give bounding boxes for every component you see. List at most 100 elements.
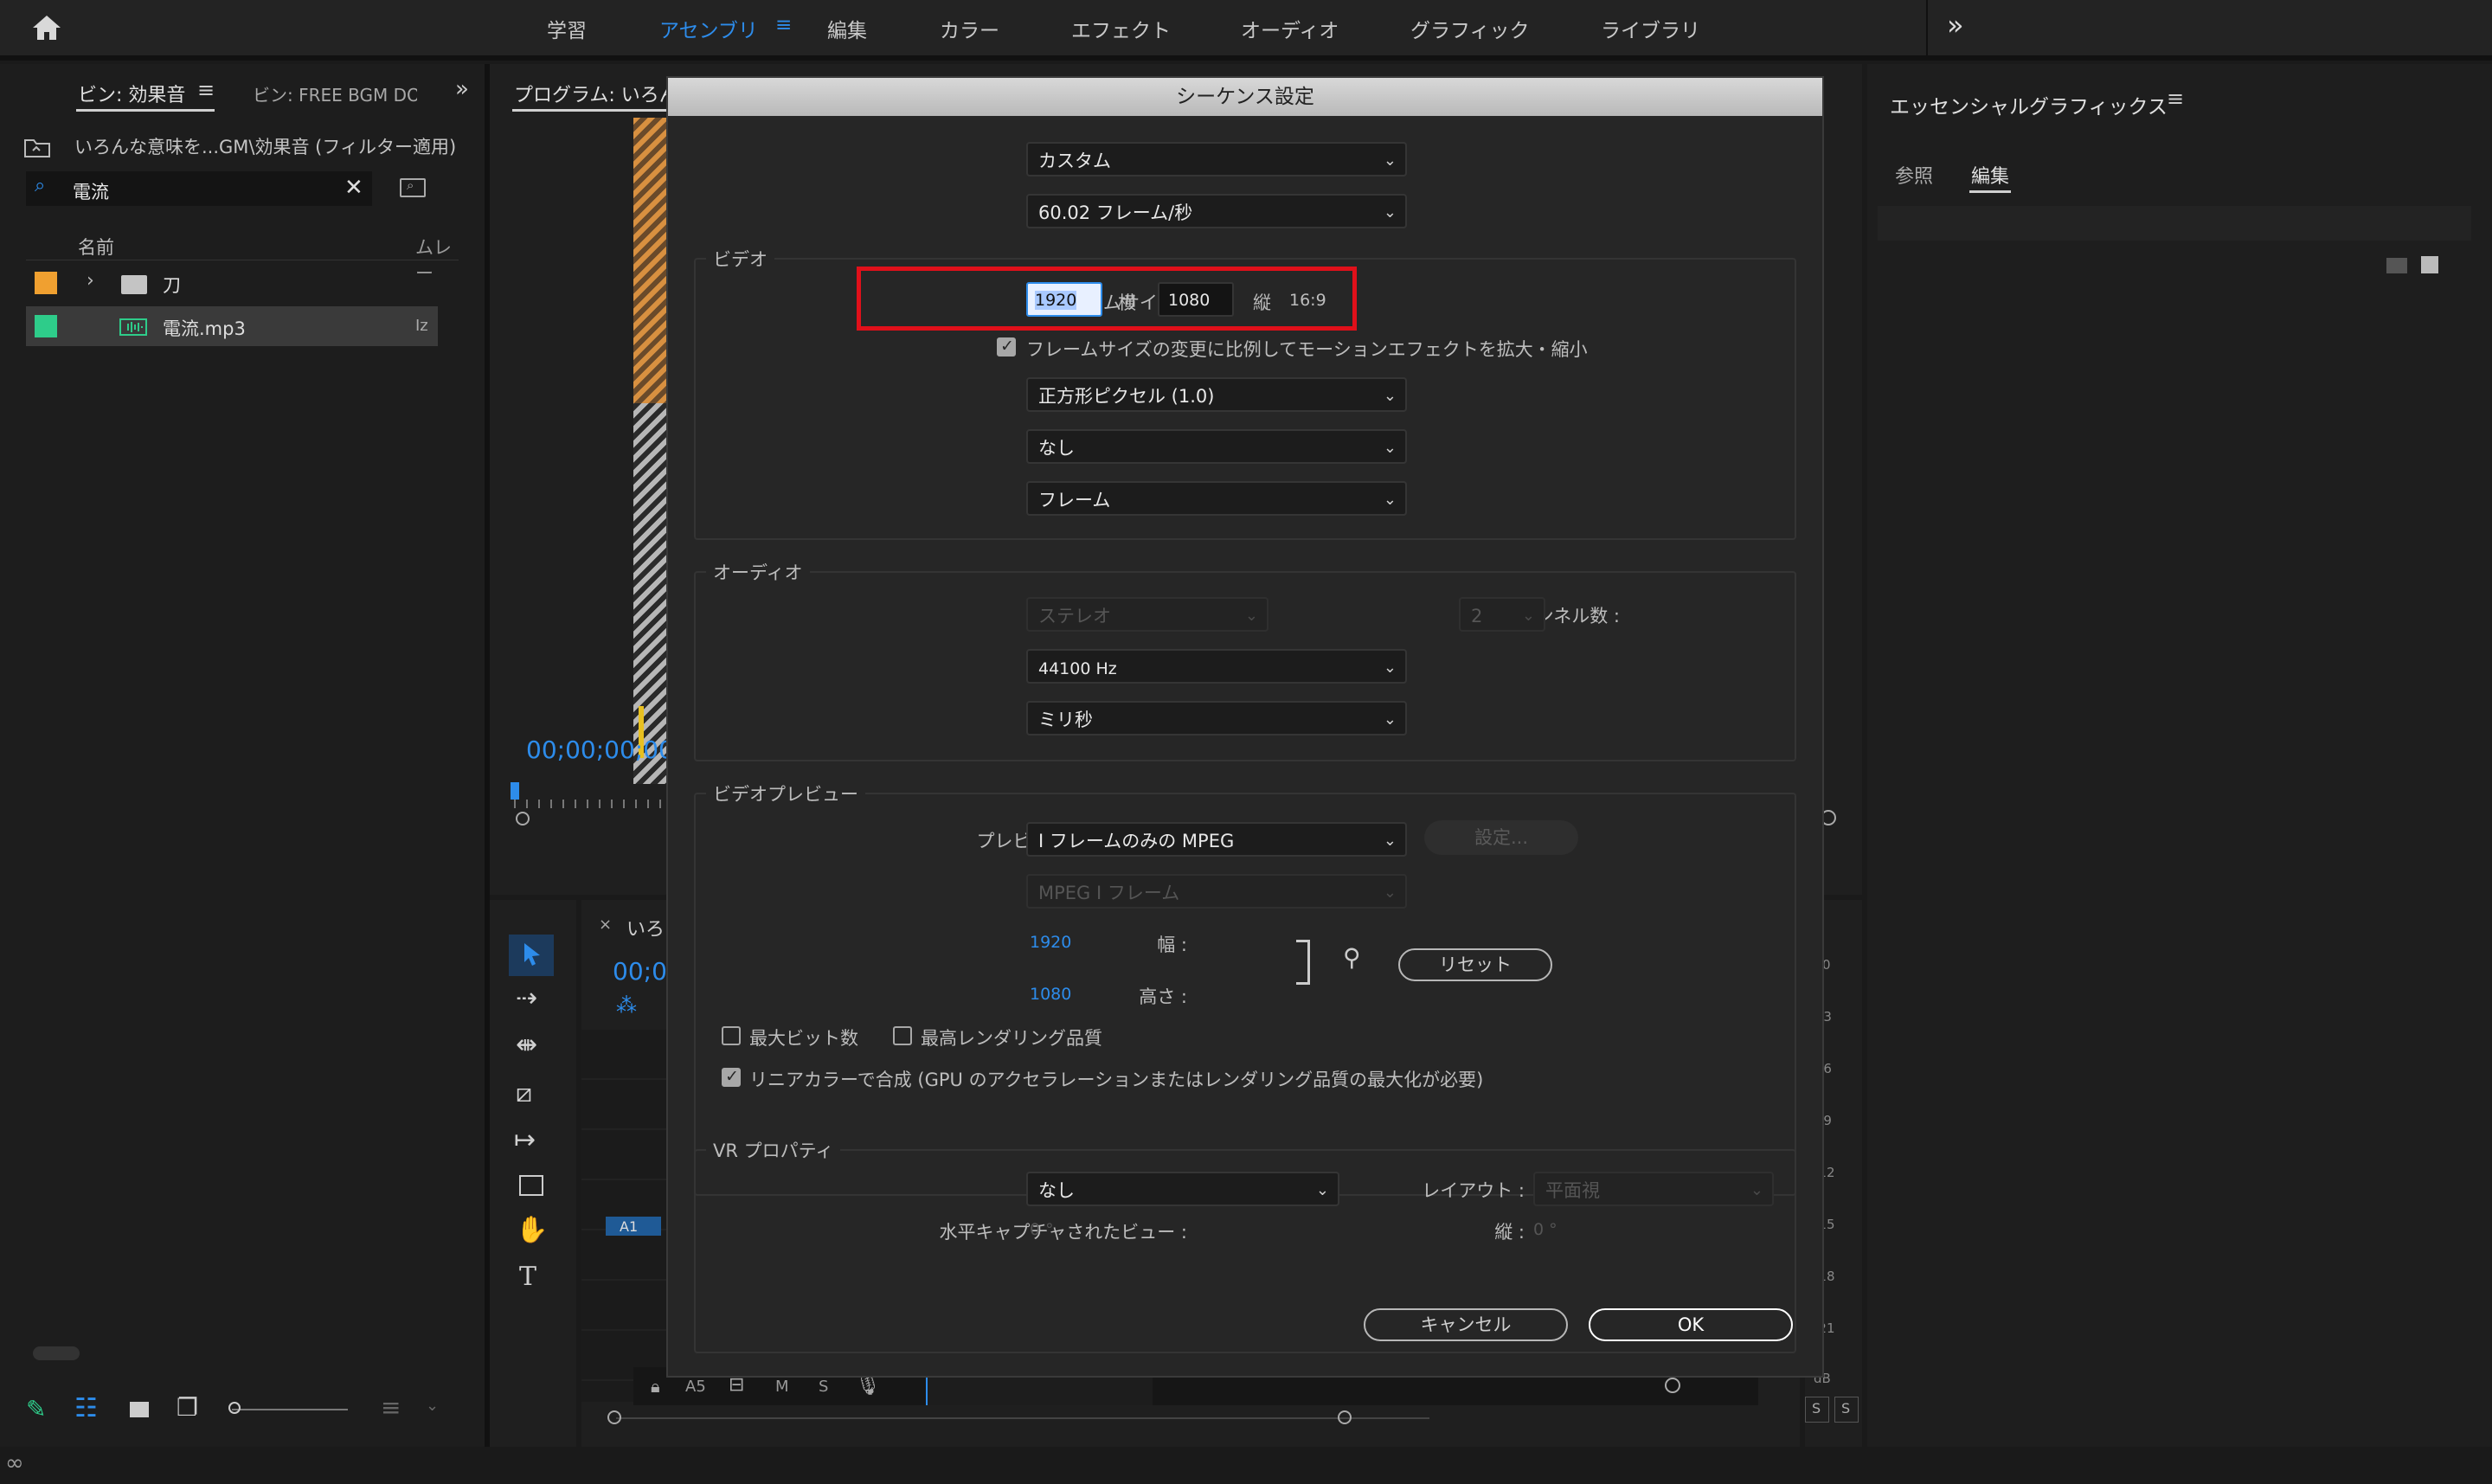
close-tab-icon[interactable]: ×	[599, 915, 612, 934]
zoom-slider-thumb[interactable]	[228, 1402, 241, 1414]
tab-browse[interactable]: 参照	[1895, 161, 1933, 189]
track-sync-label[interactable]: A5	[685, 1378, 706, 1396]
solo-right-button[interactable]: S	[1834, 1397, 1859, 1423]
chevron-down-icon[interactable]: ⌄	[426, 1397, 439, 1415]
horizontal-view-value[interactable]: 0 °	[1030, 1220, 1054, 1239]
tab-bin-bgm[interactable]: ビン: FREE BGM DO\	[253, 81, 417, 106]
tab-assembly[interactable]: アセンブリ	[659, 14, 758, 43]
max-render-quality-label[interactable]: 最高レンダリング品質	[921, 1025, 1102, 1050]
razor-tool-icon[interactable]: ⧄	[516, 1078, 532, 1108]
timebase-dropdown[interactable]: 60.02 フレーム/秒 ⌄	[1026, 194, 1407, 228]
search-field[interactable]: ⌕ 電流 ✕	[26, 171, 372, 206]
mute-button[interactable]: M	[775, 1378, 789, 1396]
zoom-scrollbar-right-handle[interactable]	[1821, 810, 1836, 826]
pencil-icon[interactable]: ✎	[26, 1395, 46, 1423]
max-bit-depth-label[interactable]: 最大ビット数	[749, 1025, 858, 1050]
timeline-timecode[interactable]: 00;0	[613, 957, 667, 986]
tab-edit[interactable]: 編集	[827, 14, 867, 43]
preview-file-format-dropdown[interactable]: I フレームのみの MPEG ⌄	[1026, 822, 1407, 857]
slip-tool-icon[interactable]: ↦	[514, 1125, 536, 1155]
bin-folder-icon[interactable]	[24, 137, 50, 157]
tab-graphics[interactable]: グラフィック	[1410, 14, 1530, 43]
timeline-scrollbar[interactable]	[607, 1410, 1429, 1424]
list-item[interactable]: › 刀	[26, 263, 438, 303]
preview-settings-button[interactable]: 設定...	[1424, 820, 1578, 855]
scale-motion-checkbox[interactable]	[997, 337, 1016, 357]
link-icon[interactable]: ⚲	[1343, 943, 1361, 972]
more-tabs-icon[interactable]: »	[455, 76, 469, 102]
microphone-icon[interactable]: 🎙︎	[855, 1372, 881, 1397]
projection-dropdown[interactable]: なし ⌄	[1026, 1172, 1339, 1206]
pixel-aspect-dropdown[interactable]: 正方形ピクセル (1.0) ⌄	[1026, 377, 1407, 412]
preview-height-value[interactable]: 1080	[1030, 985, 1071, 1004]
max-render-quality-checkbox[interactable]	[893, 1026, 912, 1045]
tab-libraries[interactable]: ライブラリ	[1601, 14, 1700, 43]
channel-format-dropdown[interactable]: ステレオ ⌄	[1026, 597, 1268, 632]
track-select-tool-icon[interactable]: ⇢	[516, 983, 537, 1013]
selection-tool-icon[interactable]	[509, 935, 554, 976]
label-color-swatch[interactable]	[35, 315, 57, 337]
vertical-view-value[interactable]: 0 °	[1533, 1220, 1558, 1239]
search-input[interactable]: 電流	[73, 178, 109, 204]
chevron-right-icon[interactable]: ›	[87, 270, 94, 292]
essential-graphics-title[interactable]: エッセンシャルグラフィックス	[1890, 90, 2168, 119]
solo-button[interactable]: S	[819, 1378, 828, 1396]
video-display-dropdown[interactable]: フレーム ⌄	[1026, 481, 1407, 516]
zoom-slider[interactable]	[228, 1402, 348, 1414]
scale-motion-label[interactable]: フレームサイズの変更に比例してモーションエフェクトを拡大・縮小	[1026, 336, 1588, 362]
fields-dropdown[interactable]: なし ⌄	[1026, 429, 1407, 464]
scroll-right-handle[interactable]	[1338, 1410, 1352, 1424]
type-tool-icon[interactable]: T	[519, 1262, 536, 1292]
tab-effects[interactable]: エフェクト	[1071, 14, 1171, 43]
edit-mode-dropdown[interactable]: カスタム ⌄	[1026, 142, 1407, 177]
tab-audio[interactable]: オーディオ	[1241, 14, 1339, 43]
scroll-left-handle[interactable]	[607, 1410, 621, 1424]
sample-rate-dropdown[interactable]: 44100 Hz ⌄	[1026, 649, 1407, 684]
vertical-scroll-handle[interactable]	[1665, 1378, 1680, 1393]
program-timecode[interactable]: 00;00;00;00	[526, 736, 674, 764]
tab-bin-effects[interactable]: ビン: 効果音	[78, 80, 185, 107]
hamburger-icon[interactable]: ≡	[775, 14, 792, 36]
layout-dropdown[interactable]: 平面視 ⌄	[1533, 1172, 1774, 1206]
track-a1[interactable]: A1	[606, 1217, 661, 1236]
solo-left-button[interactable]: S	[1805, 1397, 1829, 1423]
tab-learn[interactable]: 学習	[547, 14, 587, 43]
list-view-icon[interactable]: ☷	[74, 1393, 98, 1423]
lock-icon[interactable]: 🔒︎	[651, 1376, 660, 1397]
reset-button[interactable]: リセット	[1398, 948, 1552, 981]
playhead-marker[interactable]	[511, 782, 519, 800]
codec-dropdown[interactable]: MPEG I フレーム ⌄	[1026, 874, 1407, 909]
cancel-button[interactable]: キャンセル	[1364, 1308, 1568, 1341]
column-name[interactable]: 名前	[78, 234, 114, 260]
timeline-tab[interactable]: いろ	[626, 914, 665, 941]
list-scrollbar[interactable]	[33, 1346, 80, 1360]
new-group-icon[interactable]	[2386, 258, 2407, 273]
ok-button[interactable]: OK	[1589, 1308, 1793, 1341]
freeform-view-icon[interactable]: ❐	[177, 1393, 198, 1422]
new-search-bin-icon[interactable]: ⌕	[400, 177, 426, 197]
max-bit-depth-checkbox[interactable]	[722, 1026, 741, 1045]
panel-menu-icon[interactable]: ≡	[2167, 87, 2184, 111]
snap-icon[interactable]: ⁂	[616, 993, 637, 1018]
program-tab[interactable]: プログラム: いろん	[514, 80, 678, 107]
home-icon[interactable]	[31, 14, 62, 42]
rectangle-tool-icon[interactable]	[519, 1175, 543, 1196]
linear-color-label[interactable]: リニアカラーで合成 (GPU のアクセラレーションまたはレンダリング品質の最大化…	[749, 1066, 1483, 1092]
more-workspaces-icon[interactable]: »	[1947, 9, 1964, 42]
tab-edit-graphics[interactable]: 編集	[1971, 161, 2009, 189]
list-item[interactable]: 電流.mp3 Iz	[26, 306, 438, 346]
channels-dropdown[interactable]: 2 ⌄	[1459, 597, 1545, 632]
toggle-output-icon[interactable]: ⊟	[729, 1374, 744, 1396]
audio-display-dropdown[interactable]: ミリ秒 ⌄	[1026, 701, 1407, 736]
ripple-edit-tool-icon[interactable]: ⇼	[516, 1030, 537, 1060]
zoom-scrollbar-left-handle[interactable]	[516, 812, 530, 826]
creative-cloud-icon[interactable]: ∞	[5, 1450, 24, 1476]
label-color-swatch[interactable]	[35, 272, 57, 294]
tab-color[interactable]: カラー	[940, 14, 999, 43]
linear-color-checkbox[interactable]	[722, 1067, 741, 1087]
new-layer-icon[interactable]	[2421, 256, 2438, 273]
preview-width-value[interactable]: 1920	[1030, 933, 1071, 952]
clear-search-icon[interactable]: ✕	[344, 175, 363, 201]
frame-height-input[interactable]: 1080	[1158, 282, 1234, 317]
icon-view-icon[interactable]	[130, 1402, 149, 1417]
